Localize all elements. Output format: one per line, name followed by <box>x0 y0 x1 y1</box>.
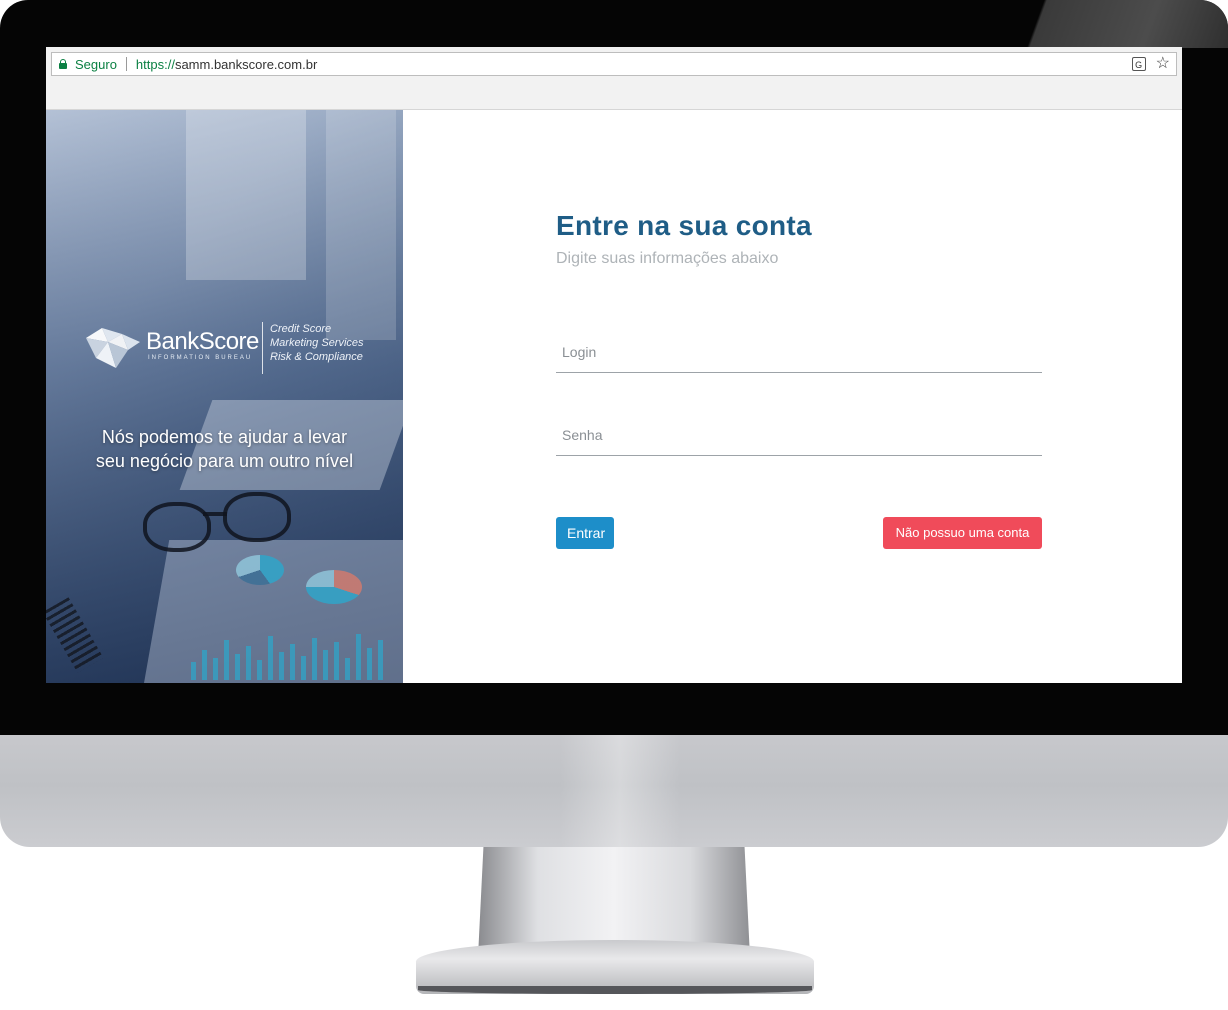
background-light <box>326 110 396 340</box>
lock-icon <box>59 59 67 69</box>
login-panel: Entre na sua conta Digite suas informaçõ… <box>403 110 1182 683</box>
password-field <box>556 415 1042 456</box>
brand-tagline: Credit Score Marketing Services Risk & C… <box>270 322 364 364</box>
login-input[interactable] <box>556 332 1042 372</box>
bankscore-logo: BankScore INFORMATION BUREAU Credit Scor… <box>82 318 372 378</box>
hero-tagline-line: seu negócio para um outro nível <box>95 451 354 471</box>
glasses-graphic <box>138 482 308 562</box>
background-light <box>186 110 306 280</box>
brand-tag: Marketing Services <box>270 337 364 349</box>
monitor-chin <box>0 735 1228 847</box>
submit-button[interactable]: Entrar <box>556 517 614 549</box>
bar-chart-graphic <box>191 630 403 680</box>
bankscore-logo-icon <box>86 328 140 368</box>
bookmark-star-icon[interactable]: ☆ <box>1156 56 1170 72</box>
secure-label: Seguro <box>75 56 117 72</box>
browser-toolbar: Seguro https:// samm.bankscore.com.br G … <box>46 47 1182 110</box>
login-title: Entre na sua conta <box>556 210 812 241</box>
browser-window: Seguro https:// samm.bankscore.com.br G … <box>46 47 1182 683</box>
notebook-spiral-graphic <box>46 597 104 673</box>
brand-tag: Risk & Compliance <box>270 351 363 363</box>
address-bar[interactable]: Seguro https:// samm.bankscore.com.br G … <box>51 52 1177 76</box>
password-input[interactable] <box>556 415 1042 455</box>
brand-divider <box>262 322 263 374</box>
monitor-glare <box>958 0 1228 48</box>
url-host: samm.bankscore.com.br <box>174 56 318 72</box>
address-actions: G ☆ <box>1131 56 1170 72</box>
address-separator <box>125 57 127 71</box>
hero-image-panel: BankScore INFORMATION BUREAU Credit Scor… <box>46 110 403 683</box>
url-scheme: https:// <box>135 56 175 72</box>
pie-chart-graphic <box>306 570 362 604</box>
chin-highlight <box>560 735 680 847</box>
register-button[interactable]: Não possuo uma conta <box>883 517 1042 549</box>
login-field <box>556 332 1042 373</box>
translate-icon[interactable]: G <box>1131 57 1146 71</box>
monitor-stand-shadow <box>418 986 812 994</box>
brand-subname: INFORMATION BUREAU <box>148 355 253 361</box>
brand-tag: Credit Score <box>270 323 332 335</box>
brand-name: BankScore <box>146 328 259 355</box>
hero-tagline-line: Nós podemos te ajudar a levar <box>101 427 348 447</box>
login-subtitle: Digite suas informações abaixo <box>556 250 779 267</box>
monitor-frame: Seguro https:// samm.bankscore.com.br G … <box>0 0 1228 735</box>
hero-tagline: Nós podemos te ajudar a levar seu negóci… <box>46 425 403 473</box>
